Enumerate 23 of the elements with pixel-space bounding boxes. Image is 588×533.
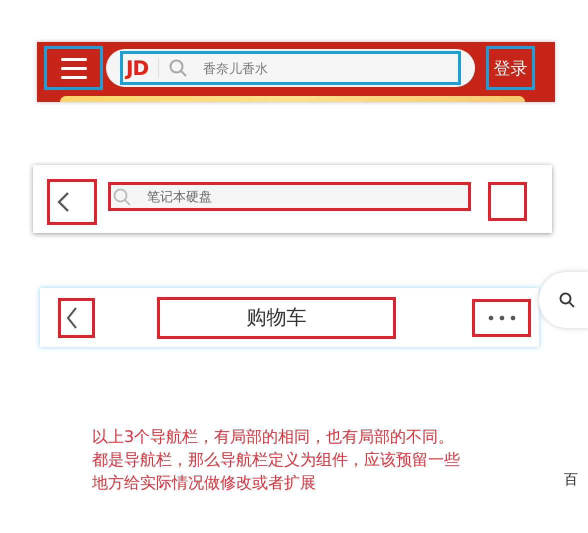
search-input[interactable]: 笔记本硬盘: [145, 188, 399, 205]
note-text: 地方给实际情况做修改或者扩展: [92, 472, 317, 494]
page-title: 购物车: [157, 296, 396, 338]
login-button[interactable]: 登录: [486, 46, 535, 90]
menu-button[interactable]: [44, 46, 103, 90]
back-button[interactable]: [58, 298, 95, 338]
side-text: 百: [564, 471, 578, 490]
jd-logo: JD: [126, 56, 148, 80]
empty-slot: [488, 182, 527, 221]
back-icon: [66, 306, 78, 330]
search-icon: [113, 188, 131, 206]
back-icon: [56, 191, 70, 213]
menu-icon: [60, 56, 88, 80]
more-icon: [488, 314, 516, 320]
search-button[interactable]: [538, 272, 588, 328]
search-input[interactable]: 香奈儿香水: [201, 60, 406, 76]
search-icon: [169, 59, 188, 77]
note-text: 以上3个导航栏，有局部的相同，也有局部的不同。: [92, 426, 456, 448]
back-button[interactable]: [47, 179, 97, 225]
search-icon: [558, 292, 575, 308]
more-button[interactable]: [472, 298, 531, 336]
search-field[interactable]: 笔记本硬盘: [108, 182, 471, 211]
note-text: 都是导航栏，那么导航栏定义为组件，应该预留一些: [92, 449, 460, 471]
